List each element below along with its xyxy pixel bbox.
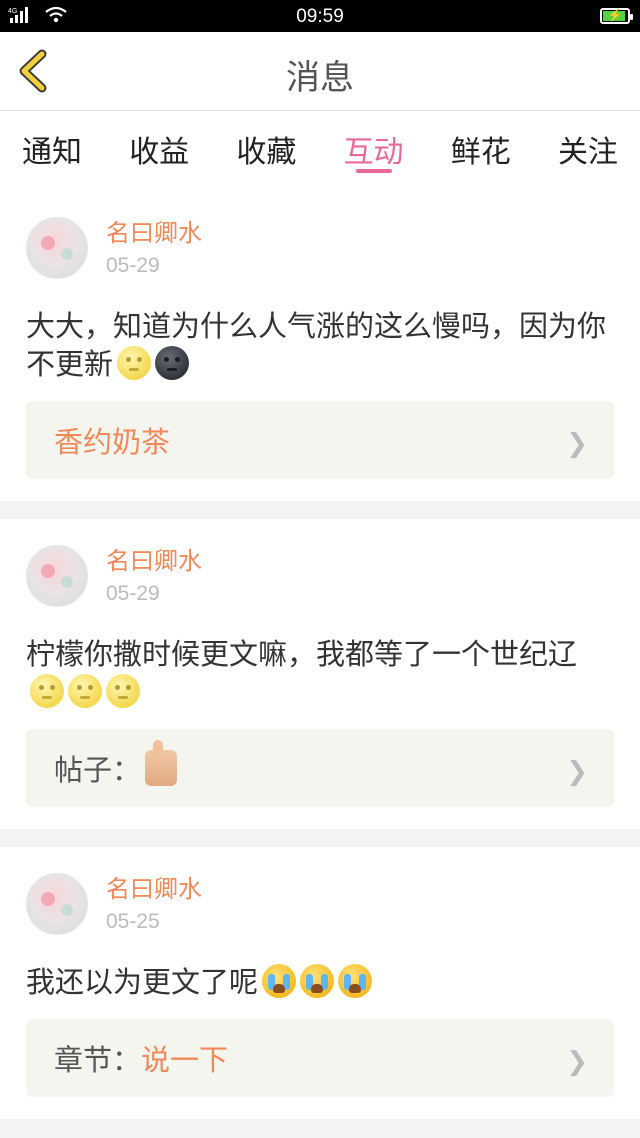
active-tab-indicator [355, 169, 392, 173]
page-title: 消息 [286, 58, 354, 98]
thumbs-up-icon [145, 740, 178, 786]
avatar[interactable] [26, 217, 88, 279]
message-date: 05-29 [106, 582, 160, 605]
nav-header: 消息 [0, 32, 640, 111]
new-moon-face-icon [155, 346, 190, 380]
tab-favorites[interactable]: 收藏 [236, 111, 296, 191]
tab-interaction[interactable]: 互动 [344, 111, 404, 191]
message-card: 名曰卿水 05-29 大大，知道为什么人气涨的这么慢吗，因为你不更新 香约奶茶 … [0, 191, 640, 501]
avatar[interactable] [26, 545, 88, 607]
tab-notice[interactable]: 通知 [22, 111, 82, 191]
tab-bar: 通知 收益 收藏 互动 鲜花 关注 [0, 111, 640, 191]
status-bar: 4G 09:59 ⚡ [0, 0, 640, 32]
link-prefix: 章节： [54, 1043, 142, 1077]
crying-face-icon [300, 964, 335, 998]
tab-follow[interactable]: 关注 [558, 111, 618, 191]
crying-face-icon [338, 964, 373, 998]
message-date: 05-29 [106, 254, 160, 277]
avatar[interactable] [26, 873, 88, 935]
related-post-link[interactable]: 帖子： ❯ [26, 729, 614, 807]
message-card: 名曰卿水 05-25 我还以为更文了呢 章节：说一下 ❯ [0, 847, 640, 1119]
chevron-right-icon: ❯ [566, 757, 588, 787]
message-text: 柠檬你撒时候更文嘛，我都等了一个世纪辽 [26, 635, 614, 711]
message-text: 大大，知道为什么人气涨的这么慢吗，因为你不更新 [26, 309, 607, 381]
chevron-right-icon: ❯ [566, 1047, 588, 1077]
link-prefix: 帖子： [54, 753, 142, 787]
username[interactable]: 名曰卿水 [106, 873, 202, 905]
battery-icon: ⚡ [600, 8, 633, 24]
related-item-title: 香约奶茶 [54, 425, 171, 459]
chapter-title: 说一下 [141, 1043, 229, 1077]
message-text: 我还以为更文了呢 [26, 963, 614, 1001]
full-moon-face-icon [30, 674, 64, 708]
chevron-right-icon: ❯ [566, 429, 588, 459]
username[interactable]: 名曰卿水 [106, 217, 202, 249]
message-card: 名曰卿水 05-29 柠檬你撒时候更文嘛，我都等了一个世纪辽 帖子： ❯ [0, 519, 640, 829]
related-item-link[interactable]: 香约奶茶 ❯ [26, 401, 614, 479]
full-moon-face-icon [117, 346, 152, 380]
full-moon-face-icon [106, 674, 140, 708]
tab-earnings[interactable]: 收益 [129, 111, 189, 191]
related-chapter-link[interactable]: 章节：说一下 ❯ [26, 1019, 614, 1097]
username[interactable]: 名曰卿水 [106, 545, 202, 577]
clock: 09:59 [296, 6, 344, 27]
tab-flowers[interactable]: 鲜花 [451, 111, 511, 191]
full-moon-face-icon [68, 674, 102, 708]
crying-face-icon [262, 964, 297, 998]
message-date: 05-25 [106, 910, 160, 933]
